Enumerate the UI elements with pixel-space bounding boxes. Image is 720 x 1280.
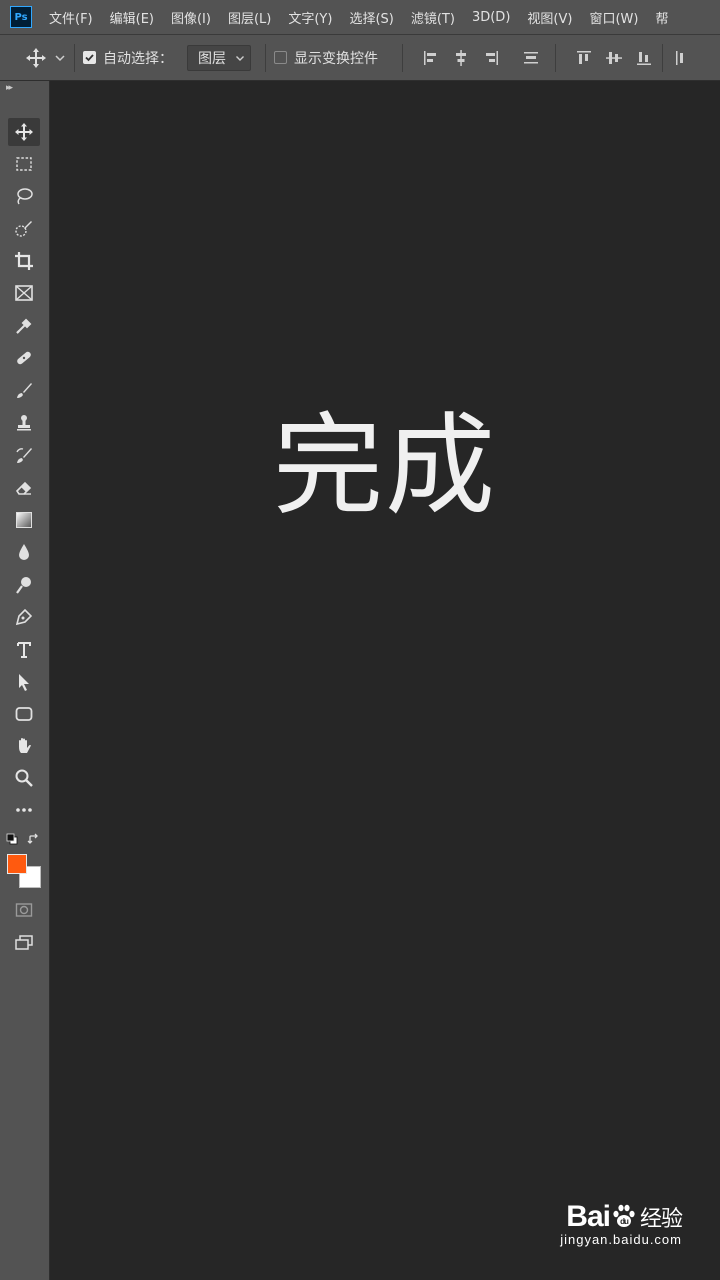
blur-tool[interactable]	[8, 538, 40, 566]
dropdown-value: 图层	[198, 50, 226, 67]
move-icon	[15, 123, 33, 141]
dodge-tool[interactable]	[8, 571, 40, 599]
align-vertical-center-icon[interactable]	[604, 48, 624, 68]
crop-tool[interactable]	[8, 247, 40, 275]
menu-image[interactable]: 图像(I)	[171, 8, 211, 27]
default-colors-icon[interactable]	[6, 833, 18, 845]
frame-icon	[15, 285, 33, 301]
auto-select-target-dropdown[interactable]: 图层	[187, 44, 251, 71]
show-transform-checkbox[interactable]	[274, 51, 287, 64]
droplet-icon	[19, 544, 29, 560]
menu-window[interactable]: 窗口(W)	[589, 8, 638, 27]
frame-tool[interactable]	[8, 279, 40, 307]
brush-tool[interactable]	[8, 377, 40, 405]
eraser-tool[interactable]	[8, 474, 40, 502]
arrow-cursor-icon	[19, 674, 29, 691]
stamp-icon	[17, 415, 31, 431]
canvas-text-layer: 完成	[273, 402, 497, 530]
align-top-icon[interactable]	[574, 48, 594, 68]
gradient-tool[interactable]	[8, 506, 40, 534]
quick-mask-icon	[15, 903, 33, 917]
swap-colors-icon[interactable]	[27, 833, 40, 846]
watermark-brand-right: 经验	[639, 1207, 683, 1232]
divider	[555, 43, 556, 72]
clone-stamp-tool[interactable]	[8, 409, 40, 437]
menu-view[interactable]: 视图(V)	[527, 8, 572, 27]
type-icon	[17, 642, 31, 658]
menu-layer[interactable]: 图层(L)	[228, 8, 271, 27]
align-right-icon[interactable]	[481, 48, 501, 68]
watermark-url: jingyan.baidu.com	[560, 1232, 682, 1247]
options-bar: 自动选择： 图层 显示变换控件	[0, 35, 720, 81]
type-tool[interactable]	[8, 636, 40, 664]
quick-select-tool[interactable]	[8, 215, 40, 243]
history-brush-icon	[16, 448, 32, 463]
watermark-logo: Bai du 经验	[560, 1200, 683, 1234]
auto-select-label: 自动选择：	[103, 50, 173, 67]
crop-icon	[15, 252, 33, 270]
gradient-icon	[16, 512, 32, 528]
screen-mode-icon	[15, 935, 33, 950]
history-brush-tool[interactable]	[8, 442, 40, 470]
divider	[662, 43, 663, 72]
distribute-left-icon[interactable]	[673, 48, 693, 68]
move-tool-icon[interactable]	[24, 46, 48, 70]
bandage-icon	[17, 351, 31, 365]
brush-icon	[17, 383, 32, 398]
menu-file[interactable]: 文件(F)	[49, 8, 93, 27]
tools-panel: ▸▸	[0, 81, 50, 1280]
more-tools[interactable]	[8, 796, 40, 824]
align-bottom-icon[interactable]	[634, 48, 654, 68]
lasso-tool[interactable]	[8, 182, 40, 210]
checkmark-icon	[85, 54, 94, 62]
pen-icon	[15, 608, 33, 626]
align-left-icon[interactable]	[421, 48, 441, 68]
path-select-tool[interactable]	[8, 668, 40, 696]
menu-filter[interactable]: 滤镜(T)	[411, 8, 455, 27]
menu-help[interactable]: 帮	[655, 8, 668, 27]
pen-tool[interactable]	[8, 603, 40, 631]
zoom-tool[interactable]	[8, 764, 40, 792]
marquee-tool[interactable]	[8, 150, 40, 178]
ellipsis-icon	[16, 808, 32, 812]
show-transform-label: 显示变换控件	[294, 50, 378, 67]
hand-tool[interactable]	[8, 732, 40, 760]
menu-type[interactable]: 文字(Y)	[288, 8, 332, 27]
dodge-icon	[16, 577, 31, 594]
baidu-jingyan-watermark: Bai du 经验 jingyan.baidu.com	[560, 1200, 683, 1247]
quick-mask[interactable]	[8, 896, 40, 924]
menu-edit[interactable]: 编辑(E)	[110, 8, 154, 27]
chevron-down-icon[interactable]	[54, 52, 66, 64]
rounded-rectangle-icon	[15, 707, 33, 721]
hand-icon	[19, 738, 31, 753]
eyedropper-tool[interactable]	[8, 312, 40, 340]
menu-select[interactable]: 选择(S)	[349, 8, 393, 27]
baidu-paw-icon: du	[613, 1204, 635, 1227]
foreground-color-swatch[interactable]	[7, 854, 27, 874]
auto-select-checkbox[interactable]	[83, 51, 96, 64]
divider	[74, 43, 75, 72]
chevron-down-icon	[236, 55, 244, 61]
align-horizontal-center-icon[interactable]	[451, 48, 471, 68]
marquee-icon	[16, 157, 32, 171]
divider	[265, 43, 266, 72]
lasso-icon	[17, 188, 33, 205]
collapse-panel-icon[interactable]: ▸▸	[6, 83, 13, 93]
divider	[402, 43, 403, 72]
move-tool[interactable]	[8, 118, 40, 146]
menu-bar: Ps 文件(F) 编辑(E) 图像(I) 图层(L) 文字(Y) 选择(S) 滤…	[0, 0, 720, 35]
eraser-icon	[15, 481, 32, 495]
watermark-brand-left: Bai	[566, 1200, 611, 1233]
distribute-icon[interactable]	[521, 48, 541, 68]
quick-select-icon	[15, 221, 32, 237]
eyedropper-icon	[16, 318, 32, 334]
screen-mode[interactable]	[8, 929, 40, 957]
svg-text:du: du	[620, 1217, 629, 1226]
magnifier-icon	[15, 769, 33, 787]
photoshop-logo[interactable]: Ps	[10, 6, 32, 28]
healing-brush-tool[interactable]	[8, 344, 40, 372]
menu-3d[interactable]: 3D(D)	[472, 10, 510, 25]
rectangle-tool[interactable]	[8, 700, 40, 728]
